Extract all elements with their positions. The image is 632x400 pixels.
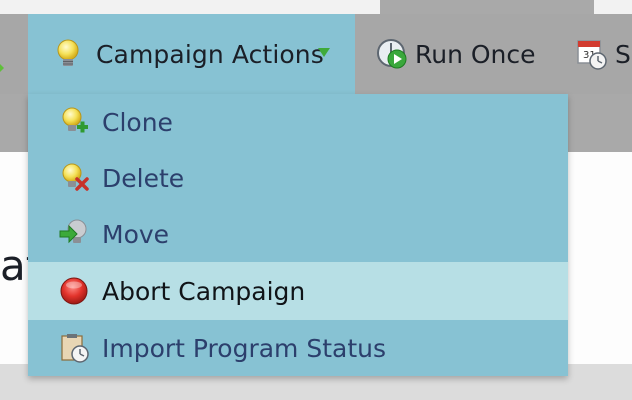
campaign-actions-menu: Clone Delete Move Abort Campaign Import …: [28, 94, 568, 376]
move-icon: [58, 217, 92, 251]
menu-item-import-program-status[interactable]: Import Program Status: [28, 320, 568, 376]
run-once-label: Run Once: [415, 39, 536, 69]
menu-item-clone[interactable]: Clone: [28, 94, 568, 150]
top-strip-tab: [380, 0, 594, 14]
chevron-down-icon: [318, 48, 330, 57]
calendar-clock-icon: 31: [575, 37, 609, 71]
menu-item-delete[interactable]: Delete: [28, 150, 568, 206]
run-once-button[interactable]: Run Once: [375, 14, 536, 94]
delete-icon: [58, 161, 92, 195]
app-page: Campaign Actions Run Once 31 Sc: [0, 0, 632, 400]
menu-item-label: Delete: [102, 163, 185, 193]
menu-item-label: Clone: [102, 107, 173, 137]
menu-item-move[interactable]: Move: [28, 206, 568, 262]
clone-icon: [58, 105, 92, 139]
menu-item-abort-campaign[interactable]: Abort Campaign: [28, 262, 568, 320]
run-once-icon: [375, 37, 409, 71]
campaign-actions-label: Campaign Actions: [96, 39, 324, 69]
menu-item-label: Import Program Status: [102, 333, 387, 363]
import-status-icon: [58, 331, 92, 365]
lightbulb-icon: [52, 37, 86, 71]
toolbar-left-arrow-icon[interactable]: [0, 64, 4, 72]
menu-item-label: Abort Campaign: [102, 276, 306, 306]
schedule-label: Sc: [615, 39, 632, 69]
menu-item-label: Move: [102, 219, 170, 249]
schedule-button[interactable]: 31 Sc: [575, 14, 632, 94]
abort-icon: [58, 274, 92, 308]
campaign-actions-button[interactable]: Campaign Actions: [28, 14, 355, 94]
